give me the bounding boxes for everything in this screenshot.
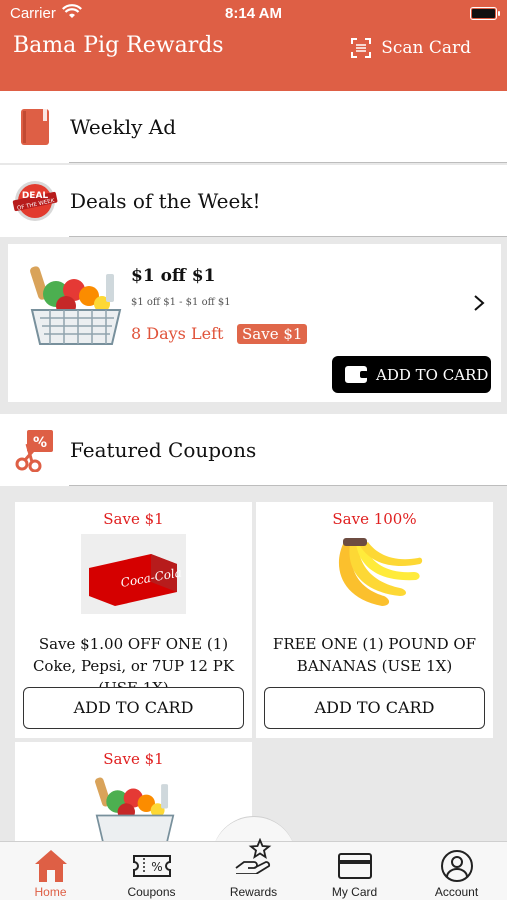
row-divider xyxy=(69,485,507,486)
tab-rewards[interactable]: Rewards xyxy=(203,838,304,900)
row-divider xyxy=(69,162,507,163)
tab-label: My Card xyxy=(331,885,378,899)
scan-card-button[interactable]: Scan Card xyxy=(351,38,471,58)
app-header: Carrier 8:14 AM Bama Pig Rewards Scan Ca… xyxy=(0,0,507,91)
card-icon xyxy=(337,853,372,879)
tab-label: Coupons xyxy=(127,885,176,899)
deal-title: $1 off $1 xyxy=(131,266,216,286)
tab-label: Home xyxy=(34,885,67,899)
scan-icon xyxy=(351,38,372,58)
svg-text:%: % xyxy=(151,860,162,874)
coupon-save: Save $1 xyxy=(103,510,164,528)
days-left: 8 Days Left xyxy=(131,324,224,343)
tab-coupons[interactable]: % Coupons xyxy=(101,842,202,900)
coupon-add-to-card-button[interactable]: ADD TO CARD xyxy=(23,687,244,729)
row-divider xyxy=(69,236,507,237)
rewards-hand-star-icon xyxy=(234,838,271,874)
tab-my-card[interactable]: My Card xyxy=(304,842,405,900)
tab-home[interactable]: Home xyxy=(0,842,101,900)
status-bar: Carrier 8:14 AM xyxy=(0,0,507,28)
grocery-basket-image xyxy=(95,777,175,846)
home-icon xyxy=(34,850,67,882)
coupon-add-to-card-button[interactable]: ADD TO CARD xyxy=(264,687,485,729)
tab-label: Rewards xyxy=(229,885,278,899)
coupon-ticket-icon: % xyxy=(132,855,171,877)
book-icon xyxy=(21,109,49,145)
tab-bar: Home % Coupons Rewards My Card Account xyxy=(0,838,507,900)
featured-coupons-label: Featured Coupons xyxy=(70,438,257,462)
featured-coupons-row[interactable]: % Featured Coupons xyxy=(0,414,507,486)
app-title: Bama Pig Rewards xyxy=(13,33,224,58)
grocery-basket-image xyxy=(30,266,122,345)
account-user-icon xyxy=(440,850,473,882)
coupon-save: Save 100% xyxy=(332,510,417,528)
tab-label: Account xyxy=(434,885,479,899)
coupon-description: FREE ONE (1) POUND OF BANANAS (USE 1X) xyxy=(272,635,477,675)
deal-add-to-card-button[interactable]: ADD TO CARD xyxy=(332,356,491,393)
add-to-card-label: ADD TO CARD xyxy=(376,365,489,384)
deal-card[interactable]: $1 off $1 $1 off $1 - $1 off $1 8 Days L… xyxy=(8,244,501,402)
coke-pack-image: Coca-Cola xyxy=(81,534,186,614)
deal-badge-icon: DEAL OF THE WEEK xyxy=(12,181,58,221)
coupon-card[interactable]: Save $1 Coca-Cola Save $1.00 OFF ONE (1)… xyxy=(15,502,252,738)
battery-icon xyxy=(470,7,500,20)
clock: 8:14 AM xyxy=(225,5,282,22)
coupon-card[interactable]: Save $1 xyxy=(15,742,252,852)
save-badge: Save $1 xyxy=(237,324,308,344)
weekly-ad-row[interactable]: Weekly Ad xyxy=(0,91,507,163)
chevron-right-icon[interactable] xyxy=(473,294,485,312)
tab-account[interactable]: Account xyxy=(406,842,507,900)
deals-of-week-row[interactable]: DEAL OF THE WEEK Deals of the Week! xyxy=(0,165,507,237)
coupon-card[interactable]: Save 100% FREE ONE (1) POUND OF BANANAS … xyxy=(256,502,493,738)
weekly-ad-label: Weekly Ad xyxy=(70,115,177,139)
bananas-image xyxy=(338,538,423,606)
coupon-save: Save $1 xyxy=(103,750,164,768)
scan-card-label: Scan Card xyxy=(381,38,471,58)
wallet-icon xyxy=(345,366,368,383)
coupon-scissors-icon: % xyxy=(15,430,53,472)
deals-label: Deals of the Week! xyxy=(70,189,261,213)
deal-subtitle: $1 off $1 - $1 off $1 xyxy=(131,297,231,308)
